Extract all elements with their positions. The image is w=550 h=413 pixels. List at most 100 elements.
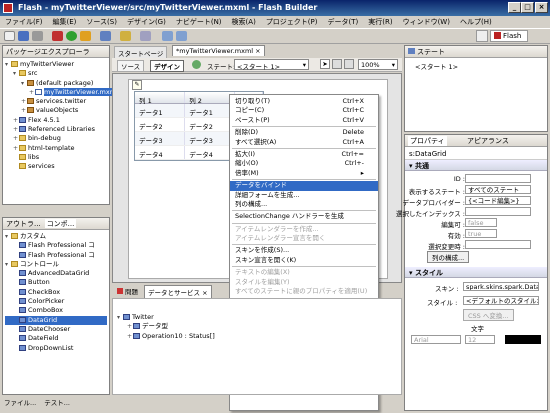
column-header[interactable]: 列 2	[185, 92, 236, 105]
context-menu-item[interactable]: 削除(D) Delete	[230, 128, 378, 137]
tab-components[interactable]: コンポ...	[44, 219, 77, 228]
minimize-button[interactable]: _	[508, 2, 521, 13]
property-field[interactable]: true	[465, 229, 497, 238]
tab-outline[interactable]: アウトラ...	[6, 219, 41, 228]
perspective-flash[interactable]: Flash	[490, 30, 528, 42]
context-menu-item[interactable]: 倍率(M) ▸	[230, 169, 378, 178]
new-file-icon[interactable]	[4, 31, 15, 41]
maximize-button[interactable]: □	[521, 2, 534, 13]
print-icon[interactable]	[32, 31, 43, 41]
source-mode-button[interactable]: ソース	[117, 60, 145, 72]
property-field[interactable]: false	[465, 218, 497, 227]
component-item[interactable]: DateField	[5, 334, 107, 343]
tree-item[interactable]: + Referenced Libraries	[5, 125, 107, 134]
table-cell[interactable]: データ4	[135, 146, 186, 159]
menu-navigate[interactable]: ナビゲート(N)	[171, 16, 227, 27]
export-icon[interactable]	[100, 31, 111, 41]
menu-edit[interactable]: 編集(E)	[48, 16, 82, 27]
select-arrow-icon[interactable]: ➤	[320, 59, 330, 69]
back-icon[interactable]	[162, 31, 173, 41]
tree-item[interactable]: + Flex 4.5.1	[5, 116, 107, 125]
component-group[interactable]: ▾ コントロール	[5, 260, 107, 269]
tab-mxml-file[interactable]: *myTwitterViewer.mxml ×	[172, 45, 265, 56]
menu-design[interactable]: デザイン(G)	[122, 16, 171, 27]
tree-item[interactable]: + html-template	[5, 144, 107, 153]
component-item[interactable]: Flash Professional コ	[5, 251, 107, 260]
save-icon[interactable]	[18, 31, 29, 41]
context-menu-item[interactable]: アイテムレンダラー宣言を開く	[230, 234, 378, 243]
context-menu-item[interactable]: 拡大(I) Ctrl+=	[230, 150, 378, 159]
menu-data[interactable]: データ(T)	[323, 16, 364, 27]
tree-item[interactable]: + services.twitter	[5, 97, 107, 106]
table-cell[interactable]: データ3	[185, 132, 236, 145]
table-cell[interactable]: データ4	[185, 146, 236, 159]
property-field[interactable]: {<コード編集>}	[465, 196, 531, 205]
context-menu-item[interactable]: 縮小(O) Ctrl+-	[230, 159, 378, 168]
zoom-icon[interactable]	[344, 59, 354, 69]
component-item[interactable]: ComboBox	[5, 306, 107, 315]
menu-search[interactable]: 検索(A)	[227, 16, 261, 27]
tree-item[interactable]: services	[5, 162, 107, 171]
table-cell[interactable]: データ2	[185, 118, 236, 131]
property-field[interactable]	[465, 174, 531, 183]
style-section-header[interactable]: ▾ スタイル	[405, 267, 547, 278]
configure-columns-button[interactable]: 列の構成...	[427, 251, 470, 263]
tree-item[interactable]: libs	[5, 153, 107, 162]
refresh-icon[interactable]	[192, 60, 201, 69]
zoom-dropdown[interactable]: 100% ▾	[358, 59, 398, 70]
column-header[interactable]: 列 1	[135, 92, 186, 105]
design-mode-button[interactable]: デザイン	[150, 60, 184, 72]
component-group[interactable]: ▾ カスタム	[5, 232, 107, 241]
context-menu-item[interactable]: すべて選択(A) Ctrl+A	[230, 138, 378, 147]
context-menu-item[interactable]: コピー(C) Ctrl+C	[230, 106, 378, 115]
property-field[interactable]	[465, 207, 531, 216]
tab-properties[interactable]: プロパティ	[408, 136, 447, 146]
tree-item[interactable]: + bin-debug	[5, 134, 107, 143]
context-menu-item[interactable]: テキストの編集(X)	[230, 268, 378, 277]
convert-css-button[interactable]: CSS へ変換...	[463, 309, 514, 321]
context-menu-item[interactable]: SelectionChange ハンドラーを生成	[230, 212, 378, 221]
tree-item[interactable]: + valueObjects	[5, 106, 107, 115]
tree-item[interactable]: + myTwitterViewer.mxml	[5, 87, 118, 97]
open-perspective-icon[interactable]	[476, 30, 488, 42]
tree-item[interactable]: ▾ myTwitterViewer	[5, 60, 107, 69]
pan-icon[interactable]	[332, 59, 342, 69]
menu-file[interactable]: ファイル(F)	[0, 16, 48, 27]
tab-data-services[interactable]: データとサービス ×	[144, 285, 212, 299]
property-field[interactable]: すべてのステート	[465, 185, 531, 194]
states-tab[interactable]: ステート	[405, 46, 547, 58]
component-item[interactable]: DateChooser	[5, 325, 107, 334]
font-dropdown[interactable]: Arial	[411, 335, 461, 344]
context-menu-item[interactable]: 詳細フォームを生成...	[230, 191, 378, 200]
context-menu-item[interactable]: 切り取り(T) Ctrl+X	[230, 97, 378, 106]
tree-item[interactable]: ▾ (default package)	[5, 79, 107, 88]
context-menu-item[interactable]: すべてのステートに親のプロパティを適用(U)	[230, 287, 378, 296]
table-cell[interactable]: データ1	[135, 104, 186, 117]
table-cell[interactable]: データ3	[135, 132, 186, 145]
tab-appearance[interactable]: アピアランス	[467, 136, 509, 146]
skin-field[interactable]: spark.skins.spark.Datal	[463, 282, 539, 291]
service-tree-item[interactable]: ▾ Twitter	[117, 313, 397, 322]
tab-problems[interactable]: 問題	[114, 286, 141, 296]
context-menu-item[interactable]: スキンを作成(S)...	[230, 246, 378, 255]
component-item[interactable]: DataGrid	[5, 315, 107, 325]
style-dropdown[interactable]: <デフォルトのスタイル>	[463, 296, 539, 305]
context-menu-item[interactable]: ペースト(P) Ctrl+V	[230, 116, 378, 125]
package-explorer-tab[interactable]: パッケージエクスプローラ	[3, 46, 109, 58]
context-menu-item[interactable]: データをバインド	[230, 181, 378, 191]
search-icon[interactable]	[140, 31, 151, 41]
menu-source[interactable]: ソース(S)	[81, 16, 122, 27]
state-item[interactable]: <スタート 1>	[405, 58, 547, 74]
table-cell[interactable]: データ1	[185, 104, 236, 117]
menu-window[interactable]: ウィンドウ(W)	[398, 16, 455, 27]
open-type-icon[interactable]	[120, 31, 131, 41]
table-cell[interactable]: データ2	[135, 118, 186, 131]
service-tree-item[interactable]: + データ型	[117, 322, 397, 331]
component-item[interactable]: ColorPicker	[5, 297, 107, 306]
context-menu-item[interactable]: アイテムレンダラーを作成...	[230, 225, 378, 234]
tree-item[interactable]: ▾ src	[5, 69, 107, 78]
forward-icon[interactable]	[176, 31, 187, 41]
menu-project[interactable]: プロジェクト(P)	[261, 16, 323, 27]
state-dropdown[interactable]: <スタート 1> ▾	[234, 59, 309, 71]
profile-icon[interactable]	[80, 31, 91, 41]
